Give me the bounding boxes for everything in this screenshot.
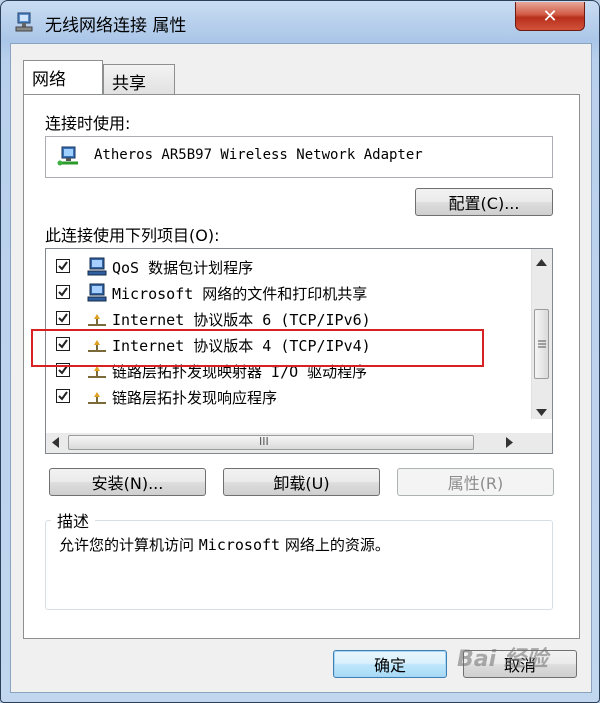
- description-text: 允许您的计算机访问 Microsoft 网络上的资源。: [59, 536, 390, 554]
- horizontal-scrollbar[interactable]: III: [46, 433, 532, 453]
- horizontal-scroll-thumb[interactable]: III: [68, 435, 474, 450]
- configure-button[interactable]: 配置(C)...: [415, 188, 553, 216]
- install-button[interactable]: 安装(N)...: [49, 468, 206, 496]
- baidu-watermark: Bai 经验: [457, 647, 548, 672]
- scroll-left-arrow-icon[interactable]: [52, 437, 59, 452]
- network-adapter-icon: [56, 146, 80, 168]
- scroll-right-arrow-icon[interactable]: [506, 437, 513, 452]
- uninstall-button[interactable]: 卸载(U): [223, 468, 380, 496]
- tab-sharing[interactable]: 共享: [103, 64, 175, 94]
- list-item-label: Internet 协议版本 6 (TCP/IPv6): [112, 311, 371, 329]
- checkbox[interactable]: [56, 285, 70, 299]
- properties-window: 无线网络连接 属性 ✕ 网络 共享 连接时使用: Atheros AR5B97 …: [0, 0, 600, 703]
- window-title: 无线网络连接 属性: [45, 16, 187, 36]
- checkbox[interactable]: [56, 259, 70, 273]
- properties-button[interactable]: 属性(R): [397, 468, 554, 496]
- protocol-icon: [86, 387, 108, 407]
- checkbox[interactable]: [56, 389, 70, 403]
- tab-network[interactable]: 网络: [23, 60, 103, 94]
- list-item-label: 链路层拓扑发现响应程序: [112, 389, 278, 407]
- items-label: 此连接使用下列项目(O):: [45, 226, 220, 245]
- vertical-scrollbar[interactable]: [531, 249, 552, 419]
- title-bar[interactable]: 无线网络连接 属性 ✕: [1, 1, 599, 43]
- connect-using-label: 连接时使用:: [45, 114, 131, 133]
- scroll-down-arrow-icon[interactable]: [536, 405, 547, 420]
- close-button[interactable]: ✕: [515, 2, 585, 31]
- protocol-icon: [86, 309, 108, 329]
- description-legend: 描述: [51, 508, 96, 532]
- scroll-up-arrow-icon[interactable]: [536, 255, 547, 270]
- list-item[interactable]: QoS 数据包计划程序: [46, 255, 522, 281]
- list-item-label: QoS 数据包计划程序: [112, 259, 254, 277]
- adapter-field: Atheros AR5B97 Wireless Network Adapter: [45, 136, 553, 178]
- list-item-label: Microsoft 网络的文件和打印机共享: [112, 285, 368, 303]
- scroll-corner: [532, 433, 552, 453]
- list-item[interactable]: Microsoft 网络的文件和打印机共享: [46, 281, 522, 307]
- vertical-scroll-thumb[interactable]: [534, 309, 549, 379]
- ipv4-highlight-box: [31, 329, 484, 367]
- network-adapter-icon: [15, 12, 33, 32]
- ok-button[interactable]: 确定: [333, 650, 447, 678]
- network-client-icon: [86, 283, 108, 303]
- checkbox[interactable]: [56, 311, 70, 325]
- adapter-name: Atheros AR5B97 Wireless Network Adapter: [94, 147, 423, 163]
- network-client-icon: [86, 257, 108, 277]
- scroll-grip: III: [259, 435, 269, 448]
- dialog-client-area: 网络 共享 连接时使用: Atheros AR5B97 Wireless Net…: [10, 43, 592, 693]
- list-item[interactable]: 链路层拓扑发现响应程序: [46, 385, 522, 411]
